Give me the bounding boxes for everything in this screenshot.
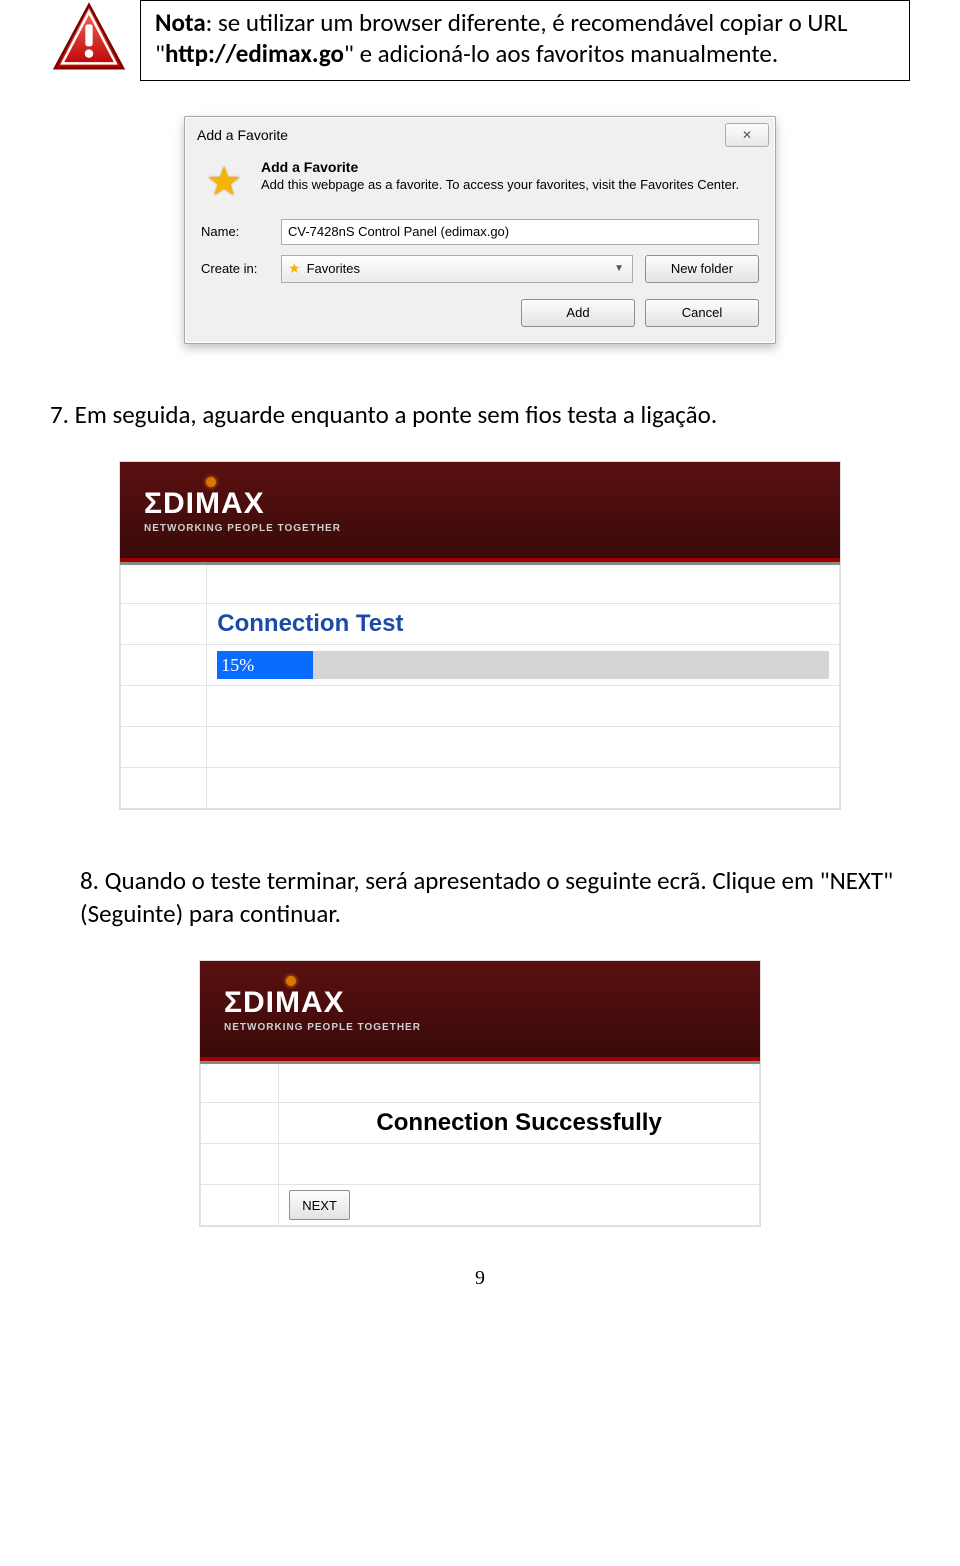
name-label: Name:	[201, 224, 269, 239]
connection-test-grid: Connection Test 15%	[120, 562, 840, 809]
step-7-text: 7. Em seguida, aguarde enquanto a ponte …	[50, 399, 910, 432]
add-favorite-dialog: Add a Favorite ✕ ★ Add a Favorite Add th…	[184, 116, 776, 344]
note-row: Nota: se utilizar um browser diferente, …	[50, 0, 910, 81]
add-button[interactable]: Add	[521, 299, 635, 327]
dialog-subtext: Add this webpage as a favorite. To acces…	[261, 177, 739, 194]
add-label: Add	[566, 305, 589, 320]
edimax-tagline-2: NETWORKING PEOPLE TOGETHER	[224, 1022, 421, 1033]
note-label: Nota	[155, 7, 206, 38]
page-number: 9	[50, 1267, 910, 1290]
dialog-hero: ★ Add a Favorite Add this webpage as a f…	[201, 159, 759, 205]
create-in-value: Favorites	[307, 261, 360, 276]
connection-success-title: Connection Successfully	[376, 1109, 661, 1136]
warning-icon	[50, 0, 128, 78]
favorites-star-icon: ★	[288, 260, 301, 277]
step-8-text: 8. Quando o teste terminar, será apresen…	[50, 865, 910, 930]
connection-test-title: Connection Test	[217, 610, 403, 637]
name-value: CV-7428nS Control Panel (edimax.go)	[288, 224, 509, 239]
name-input[interactable]: CV-7428nS Control Panel (edimax.go)	[281, 219, 759, 245]
dialog-heading: Add a Favorite	[261, 159, 739, 175]
edimax-brand-2: ΣDIMAX	[224, 986, 345, 1019]
next-button[interactable]: NEXT	[289, 1190, 350, 1220]
connection-success-panel: ΣDIMAX NETWORKING PEOPLE TOGETHER Connec…	[199, 960, 761, 1227]
edimax-logo: ΣDIMAX	[144, 487, 341, 521]
progress-bar: 15%	[217, 651, 829, 679]
logo-dot-icon-2	[286, 976, 296, 986]
cancel-label: Cancel	[682, 305, 722, 320]
progress-fill: 15%	[217, 651, 313, 679]
close-icon: ✕	[742, 128, 752, 142]
star-icon: ★	[201, 159, 247, 205]
edimax-header: ΣDIMAX NETWORKING PEOPLE TOGETHER	[120, 462, 840, 562]
dialog-title: Add a Favorite	[197, 127, 288, 143]
logo-dot-icon	[206, 477, 216, 487]
close-button[interactable]: ✕	[725, 123, 769, 147]
progress-label: 15%	[221, 655, 254, 676]
create-in-select[interactable]: ★ Favorites ▼	[281, 255, 633, 283]
cancel-button[interactable]: Cancel	[645, 299, 759, 327]
note-box: Nota: se utilizar um browser diferente, …	[140, 0, 910, 81]
connection-test-panel: ΣDIMAX NETWORKING PEOPLE TOGETHER Connec…	[119, 461, 841, 810]
next-label: NEXT	[302, 1198, 337, 1213]
note-url: http://edimax.go	[165, 38, 344, 69]
create-in-label: Create in:	[201, 261, 269, 276]
new-folder-button[interactable]: New folder	[645, 255, 759, 283]
chevron-down-icon: ▼	[614, 263, 624, 274]
edimax-logo-2: ΣDIMAX	[224, 986, 421, 1020]
connection-success-grid: Connection Successfully NEXT	[200, 1061, 760, 1226]
dialog-titlebar: Add a Favorite ✕	[185, 117, 775, 149]
edimax-brand: ΣDIMAX	[144, 487, 265, 520]
edimax-header-2: ΣDIMAX NETWORKING PEOPLE TOGETHER	[200, 961, 760, 1061]
edimax-tagline: NETWORKING PEOPLE TOGETHER	[144, 523, 341, 534]
note-text-b: " e adicioná-lo aos favoritos manualment…	[344, 38, 778, 69]
new-folder-label: New folder	[671, 261, 733, 276]
